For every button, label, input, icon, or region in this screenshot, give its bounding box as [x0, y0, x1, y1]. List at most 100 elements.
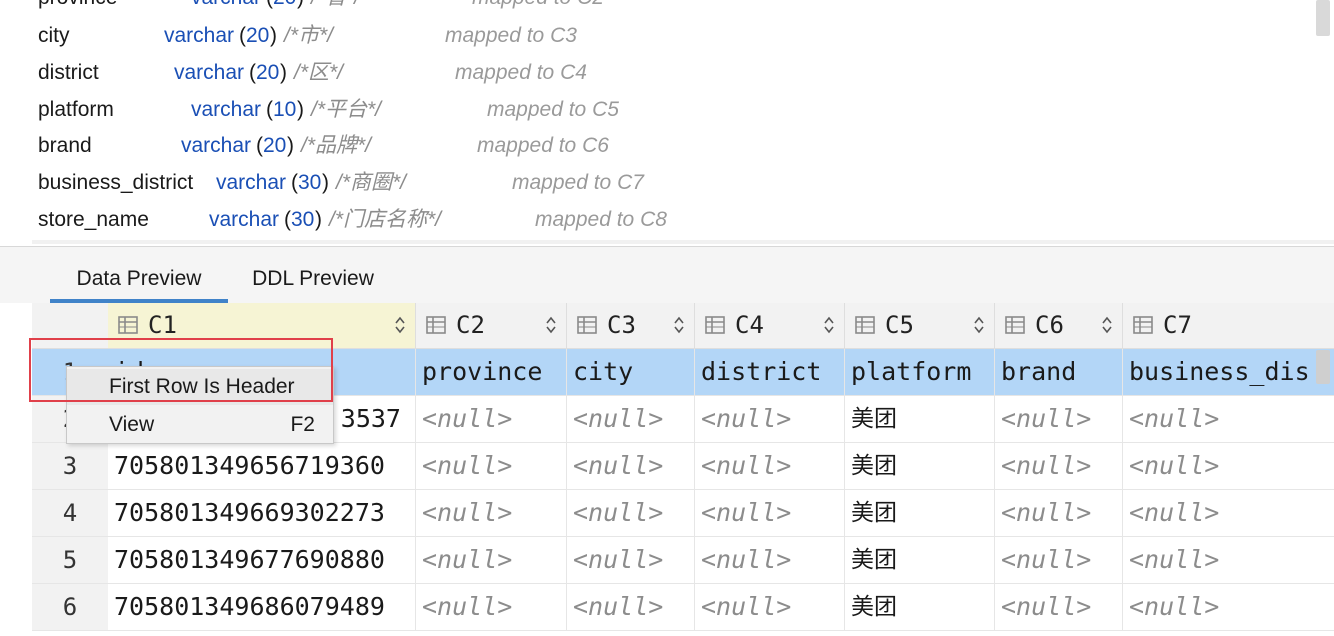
column-header-c4[interactable]: C4 [695, 303, 845, 349]
ddl-paren: ( [239, 24, 246, 47]
table-cell[interactable]: 美团 [845, 490, 995, 537]
data-grid[interactable]: C1C2C3C4C5C6C7 1idprovincecitydistrictpl… [32, 303, 1334, 636]
table-cell[interactable]: business_dis [1123, 349, 1334, 396]
ddl-paren: ) [280, 61, 287, 84]
table-cell[interactable]: 美团 [845, 537, 995, 584]
table-cell[interactable]: <null> [567, 396, 695, 443]
table-cell[interactable]: district [695, 349, 845, 396]
row-number[interactable]: 5 [32, 537, 108, 584]
column-header-c1[interactable]: C1 [108, 303, 416, 349]
table-cell[interactable]: city [567, 349, 695, 396]
table-cell[interactable]: <null> [995, 584, 1123, 631]
sort-icon[interactable] [1102, 315, 1112, 335]
ddl-column-comment: /*省*/ [311, 0, 360, 10]
column-header-c3[interactable]: C3 [567, 303, 695, 349]
table-cell[interactable]: <null> [416, 396, 567, 443]
sort-icon[interactable] [824, 315, 834, 335]
ddl-mapped-to: mapped to C2 [472, 0, 604, 10]
menu-item-first-row-is-header[interactable]: First Row Is Header [67, 369, 333, 405]
table-cell[interactable]: <null> [995, 490, 1123, 537]
grid-corner[interactable] [32, 303, 108, 349]
ddl-column-comment: /*市*/ [284, 24, 334, 47]
ddl-column-name: district [38, 61, 99, 84]
table-cell[interactable]: 美团 [845, 443, 995, 490]
table-cell[interactable]: platform [845, 349, 995, 396]
menu-item-view[interactable]: View F2 [67, 407, 333, 443]
ddl-mapped-to: mapped to C8 [535, 208, 667, 231]
context-menu: First Row Is Header View F2 [66, 366, 334, 444]
ddl-paren: ) [297, 0, 304, 10]
table-cell[interactable]: <null> [695, 584, 845, 631]
table-cell[interactable]: <null> [995, 396, 1123, 443]
table-cell[interactable]: <null> [1123, 396, 1334, 443]
ddl-text-area[interactable]: provincevarchar(20)/*省*/mapped to C2city… [0, 0, 1334, 246]
table-column-icon [118, 316, 138, 334]
grid-scrollbar[interactable] [1316, 350, 1330, 384]
ddl-paren: ( [291, 171, 298, 194]
row-number[interactable]: 4 [32, 490, 108, 537]
ddl-column-comment: /*品牌*/ [301, 134, 372, 157]
ddl-mapped-to: mapped to C4 [455, 61, 587, 84]
table-column-icon [1005, 316, 1025, 334]
table-cell[interactable]: <null> [1123, 584, 1334, 631]
ddl-column-type: varchar [164, 24, 235, 47]
table-cell[interactable]: 705801349656719360 [108, 443, 416, 490]
row-number[interactable]: 6 [32, 584, 108, 631]
table-cell[interactable]: 705801349669302273 [108, 490, 416, 537]
divider [32, 240, 1334, 244]
sort-icon[interactable] [974, 315, 984, 335]
table-cell[interactable]: <null> [695, 537, 845, 584]
column-header-c5[interactable]: C5 [845, 303, 995, 349]
row-number[interactable]: 3 [32, 443, 108, 490]
ddl-scrollbar[interactable] [1316, 0, 1330, 36]
preview-tabs: Data Preview DDL Preview [0, 247, 1334, 303]
table-cell[interactable]: 705801349677690880 [108, 537, 416, 584]
table-cell[interactable]: <null> [416, 443, 567, 490]
ddl-mapped-to: mapped to C5 [487, 98, 619, 121]
sort-icon[interactable] [546, 315, 556, 335]
ddl-paren: ) [322, 171, 329, 194]
table-cell[interactable]: <null> [695, 443, 845, 490]
table-column-icon [855, 316, 875, 334]
ddl-column-name: brand [38, 134, 92, 157]
ddl-column-length: 20 [273, 0, 296, 10]
table-cell[interactable]: 美团 [845, 396, 995, 443]
table-cell[interactable]: <null> [567, 584, 695, 631]
column-header-c2[interactable]: C2 [416, 303, 567, 349]
table-cell[interactable]: <null> [567, 490, 695, 537]
ddl-paren: ( [266, 98, 273, 121]
ddl-column-name: province [38, 0, 117, 10]
table-column-icon [426, 316, 446, 334]
ddl-column-length: 30 [291, 208, 315, 231]
ddl-paren: ) [287, 134, 294, 157]
sort-icon[interactable] [395, 315, 405, 335]
table-cell[interactable]: <null> [1123, 537, 1334, 584]
ddl-paren: ( [256, 134, 263, 157]
ddl-mapped-to: mapped to C3 [445, 24, 577, 47]
table-cell[interactable]: <null> [567, 537, 695, 584]
table-cell[interactable]: <null> [995, 443, 1123, 490]
sort-icon[interactable] [674, 315, 684, 335]
table-cell[interactable]: <null> [695, 396, 845, 443]
table-cell[interactable]: <null> [695, 490, 845, 537]
table-cell[interactable]: <null> [416, 490, 567, 537]
table-cell[interactable]: <null> [416, 584, 567, 631]
ddl-mapped-to: mapped to C6 [477, 134, 609, 157]
ddl-paren: ) [270, 24, 277, 47]
column-header-c7[interactable]: C7 [1123, 303, 1334, 349]
column-header-label: C7 [1163, 311, 1192, 339]
ddl-mapped-to: mapped to C7 [512, 171, 644, 194]
table-cell[interactable]: <null> [567, 443, 695, 490]
table-cell[interactable]: 美团 [845, 584, 995, 631]
tab-data-preview[interactable]: Data Preview [50, 263, 228, 303]
table-cell[interactable]: 705801349686079489 [108, 584, 416, 631]
table-cell[interactable]: brand [995, 349, 1123, 396]
table-cell[interactable]: <null> [995, 537, 1123, 584]
table-cell[interactable]: <null> [1123, 443, 1334, 490]
tab-ddl-preview[interactable]: DDL Preview [230, 263, 396, 303]
ddl-column-comment: /*区*/ [294, 61, 344, 84]
column-header-c6[interactable]: C6 [995, 303, 1123, 349]
table-cell[interactable]: <null> [1123, 490, 1334, 537]
table-cell[interactable]: <null> [416, 537, 567, 584]
table-cell[interactable]: province [416, 349, 567, 396]
